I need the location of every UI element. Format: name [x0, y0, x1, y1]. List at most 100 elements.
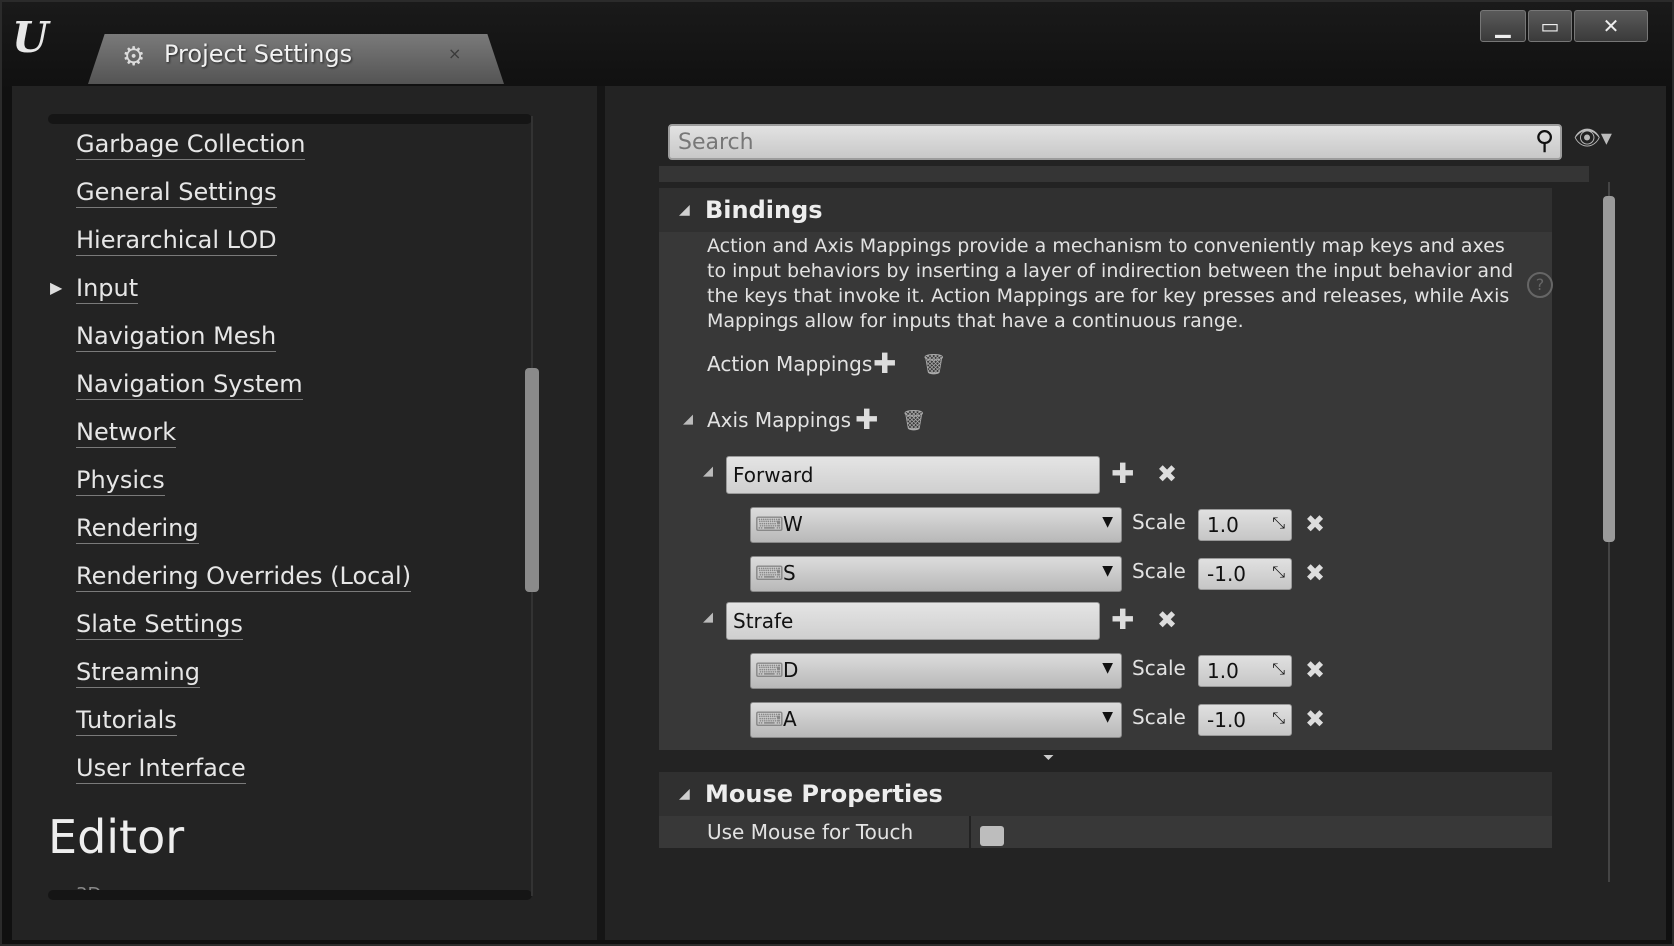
spinner-icon[interactable]: ⤡: [1272, 562, 1285, 582]
sidebar-item-label: Slate Settings: [76, 610, 243, 640]
expand-arrow-icon[interactable]: ▶: [50, 264, 62, 312]
scale-value[interactable]: 1.0: [1207, 513, 1239, 537]
tab-project-settings[interactable]: ⚙ Project Settings ×: [88, 34, 504, 84]
axis-name-strafe[interactable]: [726, 602, 1100, 640]
key-selector-w[interactable]: ⌨ W ▼: [750, 507, 1122, 543]
sidebar-item-rendering-overrides[interactable]: Rendering Overrides (Local): [76, 552, 412, 600]
forward-triangle-icon[interactable]: ◢: [703, 464, 713, 479]
bindings-section-header[interactable]: ◢ Bindings: [659, 188, 1552, 232]
sidebar-item-label: Garbage Collection: [76, 130, 306, 160]
remove-key-close-icon[interactable]: ✖: [1305, 510, 1325, 538]
sidebar-item-label: Hierarchical LOD: [76, 226, 277, 256]
add-key-plus-icon[interactable]: ✚: [1111, 606, 1134, 634]
property-divider[interactable]: [969, 816, 971, 848]
sidebar-scrollbar-thumb[interactable]: [525, 368, 539, 592]
key-label: W: [783, 512, 803, 536]
details-scrollbar-thumb[interactable]: [1603, 196, 1615, 542]
help-icon[interactable]: ?: [1527, 272, 1553, 298]
section-title-editor: Editor: [48, 810, 185, 864]
sidebar-item-garbage-collection[interactable]: Garbage Collection: [76, 120, 411, 168]
sidebar-item-input[interactable]: ▶ Input: [50, 264, 411, 312]
add-key-plus-icon[interactable]: ✚: [1111, 460, 1134, 488]
remove-key-close-icon[interactable]: ✖: [1305, 656, 1325, 684]
collapse-triangle-icon[interactable]: ◢: [679, 772, 690, 816]
sidebar-list: Garbage Collection General Settings Hier…: [50, 120, 412, 792]
scale-field[interactable]: 1.0 ⤡: [1198, 509, 1292, 541]
search-box[interactable]: ⚲: [668, 124, 1562, 160]
keyboard-icon: ⌨: [755, 561, 784, 585]
scale-field[interactable]: -1.0 ⤡: [1198, 704, 1292, 736]
view-options-eye-icon[interactable]: 👁▾: [1573, 126, 1612, 151]
maximize-button[interactable]: ▭: [1528, 10, 1572, 42]
sidebar-item-slate-settings[interactable]: Slate Settings: [76, 600, 411, 648]
sidebar-item-user-interface[interactable]: User Interface: [76, 744, 411, 792]
sidebar-item-label: User Interface: [76, 754, 246, 784]
scale-label: Scale: [1132, 510, 1186, 534]
show-advanced-chevron-icon[interactable]: ⏷: [1043, 750, 1054, 766]
axis-mappings-triangle-icon[interactable]: ◢: [683, 412, 693, 427]
remove-axis-close-icon[interactable]: ✖: [1157, 460, 1177, 488]
search-icon: ⚲: [1534, 126, 1554, 156]
remove-axis-close-icon[interactable]: ✖: [1157, 606, 1177, 634]
sidebar-item-rendering[interactable]: Rendering: [76, 504, 411, 552]
spinner-icon[interactable]: ⤡: [1272, 513, 1285, 533]
action-mappings-label: Action Mappings: [707, 352, 873, 376]
scale-value[interactable]: -1.0: [1207, 562, 1246, 586]
remove-key-close-icon[interactable]: ✖: [1305, 705, 1325, 733]
sidebar-item-tutorials[interactable]: Tutorials: [76, 696, 411, 744]
spinner-icon[interactable]: ⤡: [1272, 708, 1285, 728]
search-input[interactable]: [678, 128, 1498, 156]
add-axis-mapping-plus-icon[interactable]: ✚: [855, 406, 878, 434]
axis-name-input[interactable]: [727, 457, 1099, 493]
sidebar-item-label: General Settings: [76, 178, 277, 208]
collapse-triangle-icon[interactable]: ◢: [679, 188, 690, 232]
settings-sidebar: Garbage Collection General Settings Hier…: [12, 86, 597, 940]
main-area: Garbage Collection General Settings Hier…: [12, 86, 1666, 940]
axis-name-forward[interactable]: [726, 456, 1100, 494]
use-mouse-for-touch-checkbox[interactable]: [980, 826, 1004, 846]
key-selector-s[interactable]: ⌨ S ▼: [750, 556, 1122, 592]
sidebar-item-label: Network: [76, 418, 177, 448]
sidebar-item-label: Input: [76, 274, 139, 304]
scale-value[interactable]: -1.0: [1207, 708, 1246, 732]
chevron-down-icon: ▼: [1102, 660, 1113, 676]
sidebar-item-navigation-mesh[interactable]: Navigation Mesh: [76, 312, 411, 360]
axis-name-input[interactable]: [727, 603, 1099, 639]
sidebar-item-label: Rendering Overrides (Local): [76, 562, 412, 592]
scale-field[interactable]: -1.0 ⤡: [1198, 558, 1292, 590]
close-button[interactable]: ✕: [1574, 10, 1648, 42]
strafe-triangle-icon[interactable]: ◢: [703, 610, 713, 625]
scale-value[interactable]: 1.0: [1207, 659, 1239, 683]
scale-label: Scale: [1132, 656, 1186, 680]
scale-field[interactable]: 1.0 ⤡: [1198, 655, 1292, 687]
spinner-icon[interactable]: ⤡: [1272, 659, 1285, 679]
sidebar-item-general-settings[interactable]: General Settings: [76, 168, 411, 216]
settings-details-panel: ⚲ 👁▾ ◢ Bindings Action and Axis Mappings…: [605, 86, 1666, 940]
sidebar-item-physics[interactable]: Physics: [76, 456, 411, 504]
key-selector-d[interactable]: ⌨ D ▼: [750, 653, 1122, 689]
sidebar-item-network[interactable]: Network: [76, 408, 411, 456]
sidebar-item-label: Navigation System: [76, 370, 303, 400]
tab-close-icon[interactable]: ×: [448, 44, 461, 63]
sidebar-item-navigation-system[interactable]: Navigation System: [76, 360, 411, 408]
add-action-mapping-plus-icon[interactable]: ✚: [873, 350, 896, 378]
panel-splitter[interactable]: [597, 86, 605, 940]
mouse-properties-section-header[interactable]: ◢ Mouse Properties: [659, 772, 1552, 816]
sidebar-item-hierarchical-lod[interactable]: Hierarchical LOD: [76, 216, 411, 264]
axis-mappings-label: Axis Mappings: [707, 408, 852, 432]
sidebar-item-streaming[interactable]: Streaming: [76, 648, 411, 696]
sidebar-bottom-shadow: [48, 890, 532, 900]
key-selector-a[interactable]: ⌨ A ▼: [750, 702, 1122, 738]
delete-axis-mappings-trash-icon[interactable]: 🗑: [901, 408, 926, 432]
key-label: S: [783, 561, 796, 585]
minimize-button[interactable]: ▁: [1480, 10, 1526, 42]
mouse-properties-title: Mouse Properties: [705, 780, 943, 808]
keyboard-icon: ⌨: [755, 658, 784, 682]
delete-action-mappings-trash-icon[interactable]: 🗑: [921, 352, 946, 376]
sidebar-item-label: Rendering: [76, 514, 199, 544]
window-controls: ▁ ▭ ✕: [1480, 10, 1648, 42]
key-label: D: [783, 658, 799, 682]
mouse-properties-body: Use Mouse for Touch: [659, 816, 1552, 848]
key-label: A: [783, 707, 797, 731]
remove-key-close-icon[interactable]: ✖: [1305, 559, 1325, 587]
